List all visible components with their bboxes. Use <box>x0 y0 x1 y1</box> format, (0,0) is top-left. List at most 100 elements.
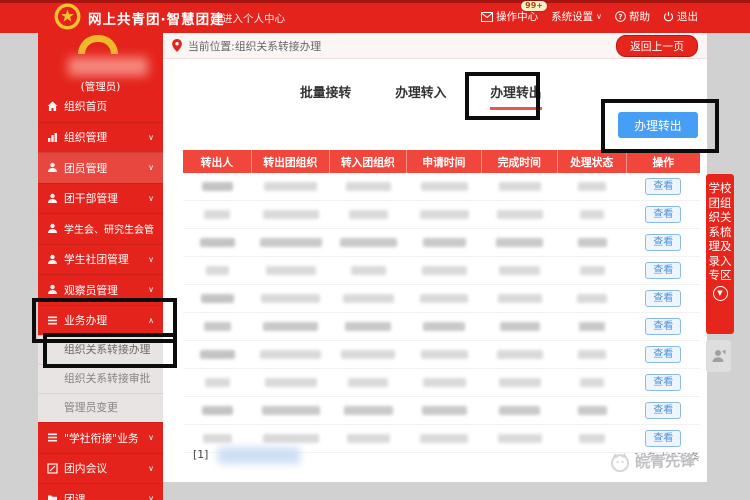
operation-cell: 查看 <box>627 229 700 256</box>
operation-cell: 查看 <box>627 285 700 312</box>
sidebar-item-student-club-management[interactable]: 学生社团管理 ∨ <box>38 244 163 275</box>
redacted-cell <box>183 313 252 340</box>
redacted-cell <box>252 173 330 200</box>
logout-menu-item[interactable]: 退出 <box>663 9 698 24</box>
redacted-cell <box>252 341 330 368</box>
table-header-cell: 申请时间 <box>407 150 482 173</box>
redacted-cell <box>558 201 627 228</box>
sidebar-item-student-union-management[interactable]: 学生会、研究生会管理 <box>38 213 163 244</box>
view-button[interactable]: 查看 <box>645 402 681 419</box>
table-header-row: 转出人转出团组织转入团组织申请时间完成时间处理状态操作 <box>183 150 700 173</box>
sidebar-item-league-meeting[interactable]: 团内会议 ∨ <box>38 453 163 484</box>
redacted-cell <box>482 397 558 424</box>
view-button[interactable]: 查看 <box>645 206 681 223</box>
top-header-bar: 网上共青团·智慧团建 进入个人中心 操作中心 99+ 系统设置 ∨ ? 帮助 退… <box>0 0 750 33</box>
redacted-cell <box>183 369 252 396</box>
view-button[interactable]: 查看 <box>645 262 681 279</box>
redacted-cell <box>330 173 407 200</box>
tab-transfer-in[interactable]: 办理转入 <box>395 82 446 110</box>
chevron-down-icon: ∨ <box>148 133 154 142</box>
redacted-cell <box>407 369 482 396</box>
notification-badge: 99+ <box>521 1 547 11</box>
redacted-cell <box>252 313 330 340</box>
redacted-cell <box>252 285 330 312</box>
redacted-pagination-info <box>218 447 300 464</box>
table-header-cell: 完成时间 <box>482 150 558 173</box>
redacted-cell <box>482 369 558 396</box>
submenu-item-org-relation-transfer[interactable]: 组织关系转接办理 <box>38 335 163 364</box>
sidebar-item-cadre-management[interactable]: 团干部管理 ∨ <box>38 183 163 214</box>
sidebar-item-league-class[interactable]: 团课 ∨ <box>38 483 163 500</box>
transfer-out-button[interactable]: 办理转出 <box>618 112 698 138</box>
view-button[interactable]: 查看 <box>645 346 681 363</box>
edit-square-icon <box>47 463 58 474</box>
table-header-cell: 转出人 <box>183 150 252 173</box>
help-label: 帮助 <box>629 9 650 24</box>
customer-service-icon <box>711 348 727 364</box>
redacted-cell <box>407 285 482 312</box>
sidebar-item-xueshe-business[interactable]: "学社衔接"业务 ∨ <box>38 422 163 453</box>
table-row: 查看 <box>183 341 700 369</box>
tab-batch-transfer[interactable]: 批量接转 <box>300 82 351 110</box>
observer-icon <box>47 284 58 295</box>
redacted-cell <box>330 369 407 396</box>
main-panel: 当前位置:组织关系转接办理 返回上一页 批量接转 办理转入 办理转出 办理转出 … <box>163 33 707 482</box>
svg-text:?: ? <box>619 13 623 21</box>
help-menu-item[interactable]: ? 帮助 <box>615 9 650 24</box>
view-button[interactable]: 查看 <box>645 178 681 195</box>
redacted-cell <box>558 341 627 368</box>
enter-personal-center-link[interactable]: 进入个人中心 <box>222 11 285 26</box>
redacted-cell <box>482 313 558 340</box>
chevron-down-icon: ∨ <box>148 494 154 500</box>
sidebar: (管理员) 组织首页 组织管理 ∨ 团员管理 ∨ 团干部管理 ∨ <box>38 33 163 500</box>
transfer-table: 转出人转出团组织转入团组织申请时间完成时间处理状态操作 查看查看查看查看查看查看… <box>183 150 700 453</box>
operation-cell: 查看 <box>627 341 700 368</box>
redacted-cell <box>558 369 627 396</box>
redacted-cell <box>330 257 407 284</box>
sidebar-item-org-home[interactable]: 组织首页 <box>38 91 163 122</box>
system-settings-menu-item[interactable]: 系统设置 ∨ <box>551 9 602 24</box>
redacted-cell <box>183 397 252 424</box>
sidebar-item-org-management[interactable]: 组织管理 ∨ <box>38 122 163 153</box>
tab-transfer-out[interactable]: 办理转出 <box>490 82 541 110</box>
tabs: 批量接转 办理转入 办理转出 <box>300 82 542 110</box>
redacted-cell <box>252 369 330 396</box>
redacted-cell <box>558 257 627 284</box>
banner-text: 学校团组织关系梳理及录入专区 <box>709 181 732 282</box>
operation-cell: 查看 <box>627 397 700 424</box>
header-accent-strip <box>0 0 750 3</box>
redacted-cell <box>330 201 407 228</box>
operation-cell: 查看 <box>627 257 700 284</box>
view-button[interactable]: 查看 <box>645 234 681 251</box>
redacted-cell <box>252 229 330 256</box>
page-number[interactable]: [1] <box>193 448 208 461</box>
view-button[interactable]: 查看 <box>645 290 681 307</box>
view-button[interactable]: 查看 <box>645 374 681 391</box>
redacted-cell <box>482 229 558 256</box>
chevron-down-icon: ∨ <box>148 194 154 203</box>
submenu-item-admin-change[interactable]: 管理员变更 <box>38 393 163 422</box>
table-row: 查看 <box>183 173 700 201</box>
submenu-item-org-relation-transfer-approval[interactable]: 组织关系转接审批 <box>38 364 163 393</box>
topbar-menu: 操作中心 99+ 系统设置 ∨ ? 帮助 退出 <box>481 9 698 24</box>
breadcrumb-bar: 当前位置:组织关系转接办理 返回上一页 <box>163 33 707 59</box>
sidebar-item-member-management[interactable]: 团员管理 ∨ <box>38 152 163 183</box>
redacted-cell <box>558 229 627 256</box>
list-lines-icon <box>47 315 58 326</box>
view-button[interactable]: 查看 <box>645 318 681 335</box>
sidebar-item-observer-management[interactable]: 观察员管理 ∨ <box>38 274 163 305</box>
business-submenu: 组织关系转接办理 组织关系转接审批 管理员变更 <box>38 335 163 422</box>
redacted-cell <box>482 341 558 368</box>
school-org-entry-banner[interactable]: 学校团组织关系梳理及录入专区 ▼ <box>706 174 734 334</box>
ops-center-menu-item[interactable]: 操作中心 99+ <box>481 9 538 24</box>
customer-service-button[interactable] <box>706 340 731 372</box>
redacted-cell <box>330 285 407 312</box>
folder-icon <box>47 493 58 500</box>
table-row: 查看 <box>183 313 700 341</box>
redacted-cell <box>330 397 407 424</box>
back-button[interactable]: 返回上一页 <box>616 35 698 57</box>
sidebar-item-business-handling[interactable]: 业务办理 ∧ <box>38 305 163 336</box>
chevron-down-icon: ∨ <box>148 433 154 442</box>
redacted-cell <box>407 313 482 340</box>
redacted-cell <box>183 229 252 256</box>
